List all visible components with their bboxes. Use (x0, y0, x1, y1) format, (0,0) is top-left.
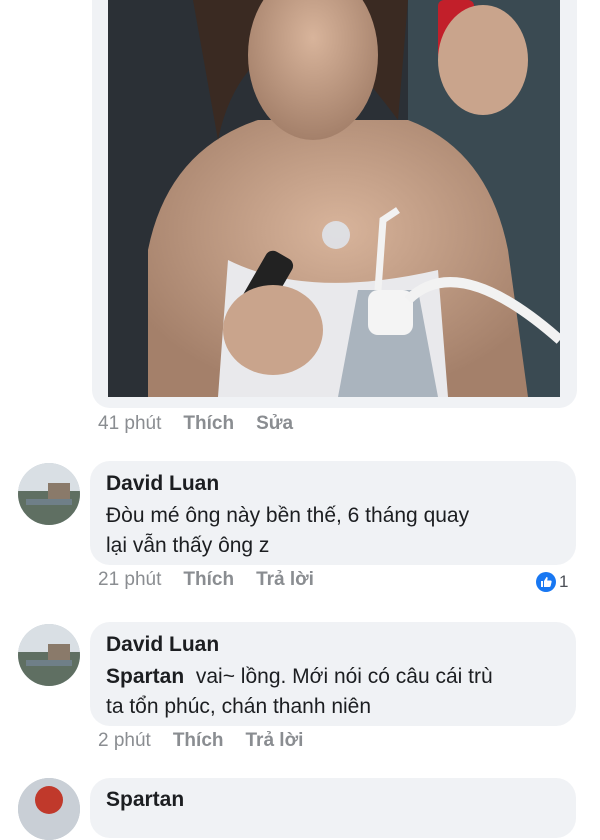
comment-author[interactable]: David Luan (106, 633, 219, 657)
mention-link[interactable]: Spartan (106, 665, 184, 688)
comment-bubble: David Luan Đòu mé ông này bền thế, 6 thá… (90, 461, 576, 565)
comment-text-line: Spartan vai~ lồng. Mới nói có câu cái tr… (106, 662, 493, 692)
avatar-image (18, 463, 80, 525)
post-edit-button[interactable]: Sửa (256, 413, 293, 435)
comment-time: 21 phút (98, 569, 162, 590)
reaction-summary[interactable]: 1 (536, 572, 568, 592)
comment-text: Spartan vai~ lồng. Mới nói có câu cái tr… (106, 662, 493, 722)
post-photo-image (108, 0, 560, 397)
comment-text-line: lại vẫn thấy ông z (106, 534, 270, 557)
comment-reply-button[interactable]: Trả lời (256, 569, 314, 591)
comment-author[interactable]: Spartan (106, 788, 184, 812)
comment-text-line: Đòu mé ông này bền thế, 6 tháng quay (106, 504, 470, 527)
reaction-count: 1 (559, 572, 569, 591)
thumbs-up-icon (536, 572, 556, 592)
avatar[interactable] (18, 778, 80, 840)
post-time: 41 phút (98, 413, 162, 434)
avatar-image (18, 778, 80, 840)
avatar-image (18, 624, 80, 686)
post-photo[interactable] (108, 0, 560, 397)
comment-text-line: ta tổn phúc, chán thanh niên (106, 695, 372, 718)
comment-reply-button[interactable]: Trả lời (246, 730, 304, 752)
avatar[interactable] (18, 463, 80, 525)
avatar[interactable] (18, 624, 80, 686)
comment-author[interactable]: David Luan (106, 472, 219, 496)
comment-like-button[interactable]: Thích (183, 569, 234, 591)
comment-like-button[interactable]: Thích (173, 730, 224, 752)
comment-meta: 2 phút Thích Trả lời (98, 730, 303, 752)
comment-time: 2 phút (98, 730, 151, 751)
comment-text: Đòu mé ông này bền thế, 6 tháng quay lại… (106, 501, 469, 561)
comment-bubble: Spartan (90, 778, 576, 838)
comment-text-rest: vai~ lồng. Mới nói có câu cái trù (195, 665, 493, 688)
post-meta: 41 phút Thích Sửa (98, 413, 293, 435)
post-like-button[interactable]: Thích (183, 413, 234, 435)
comment-meta: 21 phút Thích Trả lời (98, 569, 314, 591)
comment-bubble: David Luan Spartan vai~ lồng. Mới nói có… (90, 622, 576, 726)
